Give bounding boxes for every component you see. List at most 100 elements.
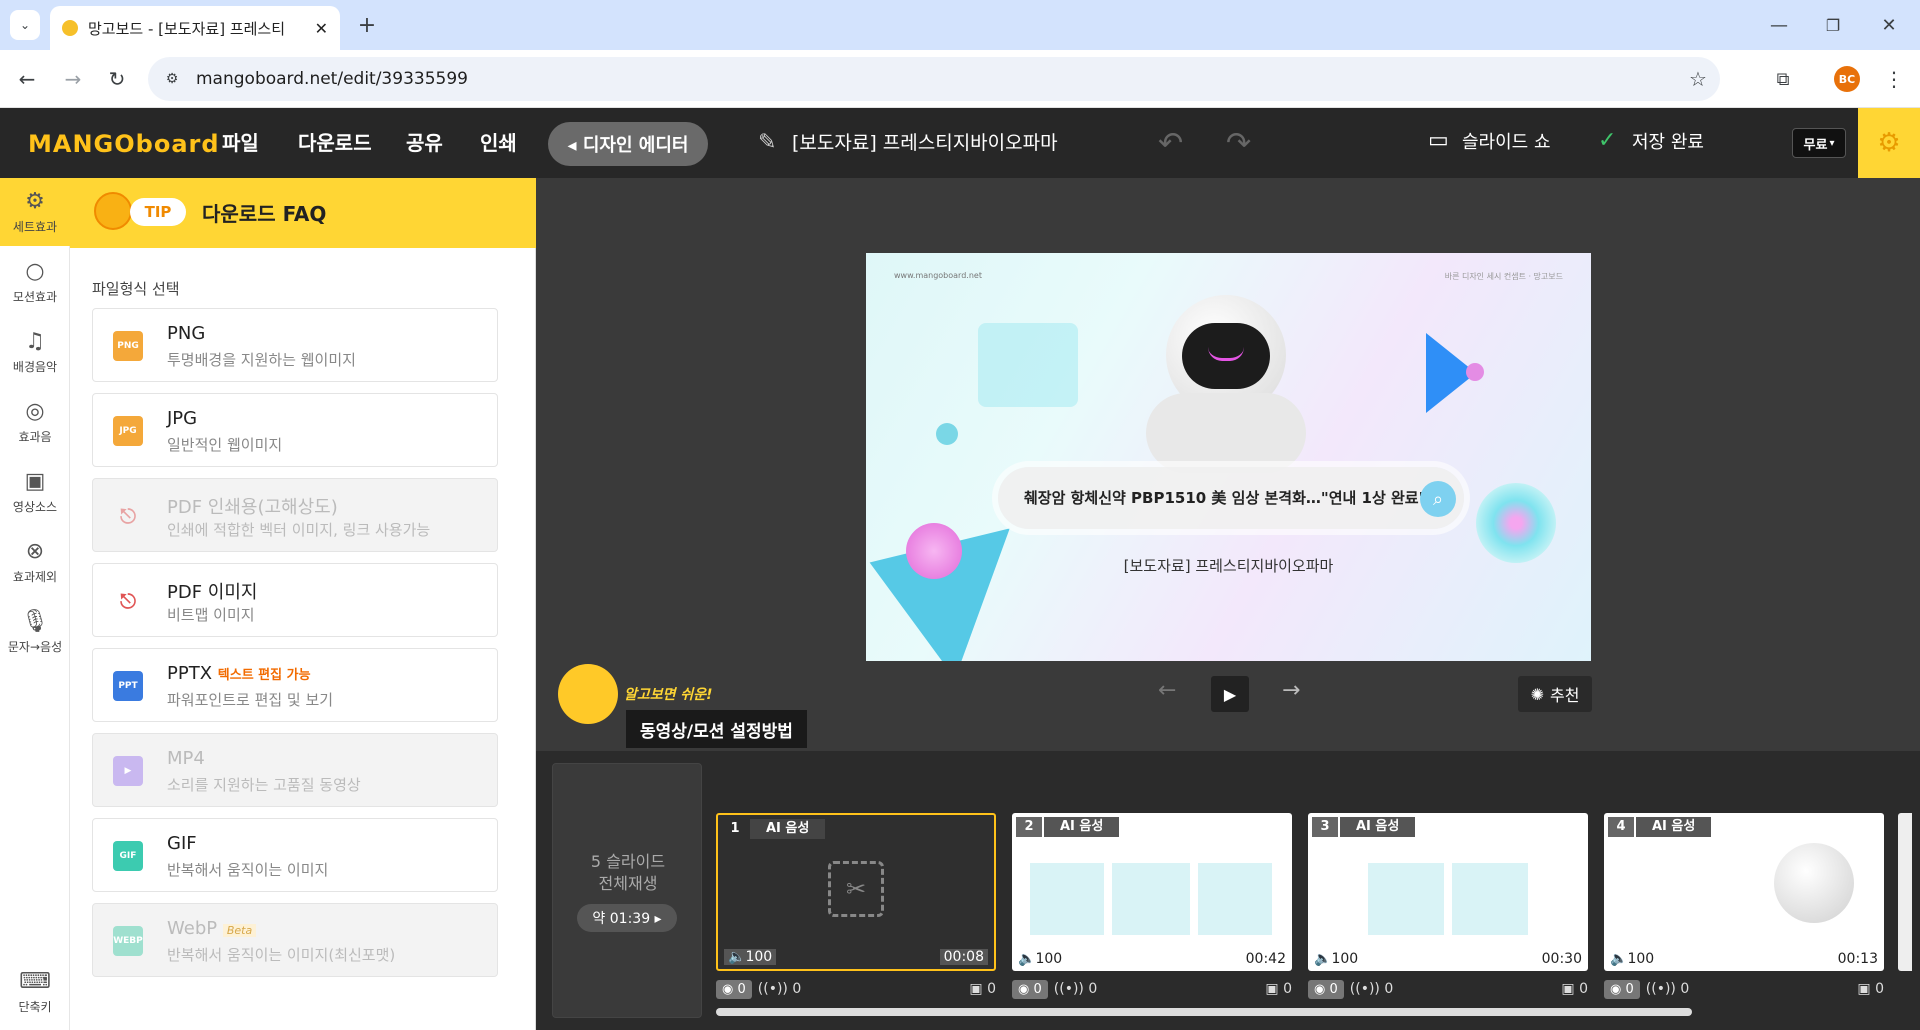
window-close-icon[interactable]: ✕ — [1874, 10, 1904, 40]
app-header: MANGOboard 파일 다운로드 공유 인쇄 ◂ 디자인 에디터 ✎ [보도… — [0, 108, 1920, 178]
slide-thumb-5-partial[interactable] — [1898, 813, 1912, 971]
slide-site-text: www.mangoboard.net — [894, 271, 982, 280]
play-button[interactable]: ▶ — [1211, 676, 1249, 712]
tool-video-source[interactable]: ▣ 영상소스 — [0, 458, 70, 526]
sound-count[interactable]: ((•)) 0 — [1054, 981, 1097, 997]
menu-file[interactable]: 파일 — [222, 108, 259, 178]
play-all-panel[interactable]: 5 슬라이드 전체재생 약 01:39 ▸ — [552, 763, 702, 1018]
motion-count[interactable]: ◉ 0 — [1012, 979, 1048, 999]
tool-exclude-effect[interactable]: ⊗ 효과제외 — [0, 528, 70, 596]
settings-gear-icon[interactable]: ⚙ — [1858, 108, 1920, 178]
undo-icon[interactable]: ↶ — [1158, 126, 1183, 161]
timeline-scrollbar[interactable] — [716, 1008, 1692, 1016]
slide-caption: [보도자료] 프레스티지바이오파마 — [1123, 557, 1334, 575]
site-settings-icon[interactable]: ⚙ — [162, 69, 182, 89]
tool-motion-effect[interactable]: ○ 모션효과 — [0, 248, 70, 316]
sound-count-value: 0 — [1088, 981, 1098, 997]
motion-count[interactable]: ◉ 0 — [716, 979, 752, 999]
tool-label: 영상소스 — [12, 500, 58, 514]
next-slide-icon[interactable]: → — [1282, 678, 1300, 703]
guide-small-text: 알고보면 쉬운! — [624, 687, 713, 703]
tab-close-icon[interactable]: ✕ — [315, 19, 328, 38]
slide-preview[interactable]: www.mangoboard.net 바른 디자인 세시 컨셉트 · 망고보드 … — [866, 253, 1591, 661]
sound-count[interactable]: ((•)) 0 — [1350, 981, 1393, 997]
recommend-button[interactable]: ✺ 추천 — [1518, 676, 1592, 712]
browser-tab[interactable]: 망고보드 - [보도자료] 프레스티 ✕ — [50, 6, 340, 50]
recommend-label: 추천 — [1549, 686, 1580, 705]
total-time-button[interactable]: 약 01:39 ▸ — [577, 904, 677, 932]
design-editor-button[interactable]: ◂ 디자인 에디터 — [548, 122, 708, 166]
tip-banner[interactable]: TIP 다운로드 FAQ — [70, 178, 536, 248]
thumb-header: 2 AI 음성 — [1016, 817, 1120, 837]
video-count[interactable]: ▣ 0 — [1857, 981, 1884, 997]
browser-menu-icon[interactable]: ⋮ — [1882, 64, 1906, 94]
format-pptx[interactable]: PPT PPTX 텍스트 편집 가능 파워포인트로 편집 및 보기 — [92, 648, 498, 722]
thumb-1-counters: ◉ 0 ((•)) 0 ▣ 0 — [716, 976, 996, 1002]
sound-count-value: 0 — [792, 981, 802, 997]
bookmark-star-icon[interactable]: ☆ — [1686, 67, 1710, 91]
tool-label: 효과음 — [18, 430, 52, 444]
url-bar[interactable]: ⚙ mangoboard.net/edit/39335599 ☆ — [148, 57, 1720, 101]
menu-print[interactable]: 인쇄 — [480, 108, 517, 178]
extensions-icon[interactable]: ⧉ — [1768, 64, 1798, 94]
back-icon[interactable]: ← — [12, 64, 42, 94]
minimize-icon[interactable]: — — [1764, 10, 1794, 40]
sound-count[interactable]: ((•)) 0 — [1646, 981, 1689, 997]
search-icon: ⌕ — [1420, 481, 1456, 517]
file-type-label: 파일형식 선택 — [92, 280, 180, 298]
motion-count[interactable]: ◉ 0 — [1604, 979, 1640, 999]
redo-icon[interactable]: ↷ — [1226, 126, 1251, 161]
thumb-number: 1 — [722, 819, 748, 839]
slide-thumb-3[interactable]: 3 AI 음성 🔈100 00:30 — [1308, 813, 1588, 971]
save-status: 저장 완료 — [1632, 132, 1704, 153]
slide-count-text: 5 슬라이드 — [590, 852, 666, 871]
video-count-value: 0 — [1579, 981, 1588, 997]
format-desc: 소리를 지원하는 고품질 동영상 — [167, 776, 361, 794]
tool-tts[interactable]: 🎙 문자→음성 — [0, 598, 70, 666]
slide-thumb-4[interactable]: 4 AI 음성 🔈100 00:13 — [1604, 813, 1884, 971]
tool-set-effect[interactable]: ⚙ 세트효과 — [0, 178, 70, 246]
format-pdf-image[interactable]: ⎋ PDF 이미지 비트맵 이미지 — [92, 563, 498, 637]
profile-avatar[interactable]: BC — [1834, 66, 1860, 92]
reload-icon[interactable]: ↻ — [102, 64, 132, 94]
thumb-number: 2 — [1016, 817, 1042, 837]
pdf-file-icon: ⎋ — [120, 589, 136, 613]
format-gif[interactable]: GIF GIF 반복해서 움직이는 이미지 — [92, 818, 498, 892]
video-count-value: 0 — [1875, 981, 1884, 997]
tool-label: 배경음악 — [12, 360, 58, 374]
forward-icon[interactable]: → — [58, 64, 88, 94]
circle-icon: ○ — [25, 259, 45, 284]
sound-count[interactable]: ((•)) 0 — [758, 981, 801, 997]
tool-sound-effect[interactable]: ◎ 효과음 — [0, 388, 70, 456]
document-title[interactable]: [보도자료] 프레스티지바이오파마 — [792, 108, 1058, 178]
video-count[interactable]: ▣ 0 — [969, 981, 996, 997]
mangoboard-logo[interactable]: MANGOboard — [28, 130, 220, 158]
new-tab-icon[interactable]: + — [352, 10, 382, 40]
monitor-icon: ▭ — [1428, 128, 1449, 153]
motion-count[interactable]: ◉ 0 — [1308, 979, 1344, 999]
menu-download[interactable]: 다운로드 — [298, 108, 372, 178]
format-png[interactable]: PNG PNG 투명배경을 지원하는 웹이미지 — [92, 308, 498, 382]
motion-guide-button[interactable]: 동영상/모션 설정방법 — [626, 710, 807, 748]
format-name: MP4 — [167, 748, 205, 769]
video-count[interactable]: ▣ 0 — [1265, 981, 1292, 997]
thumb-duration: 00:42 — [1245, 951, 1286, 967]
plan-dropdown[interactable]: 무료 ▾ — [1792, 128, 1846, 158]
url-text: mangoboard.net/edit/39335599 — [196, 69, 468, 89]
prev-slide-icon[interactable]: ← — [1158, 678, 1176, 703]
tool-shortcuts[interactable]: ⌨ 단축키 — [0, 958, 70, 1026]
format-jpg[interactable]: JPG JPG 일반적인 웹이미지 — [92, 393, 498, 467]
slideshow-button[interactable]: 슬라이드 쇼 — [1462, 108, 1551, 178]
empty-slide-icon: ✂ — [828, 861, 884, 917]
format-name: WebP Beta — [167, 918, 257, 939]
video-count[interactable]: ▣ 0 — [1561, 981, 1588, 997]
slide-thumb-1[interactable]: 1 AI 음성 ✂ 🔈100 00:08 — [716, 813, 996, 971]
thumb-3-counters: ◉ 0 ((•)) 0 ▣ 0 — [1308, 976, 1588, 1002]
menu-share[interactable]: 공유 — [406, 108, 443, 178]
tool-bgm[interactable]: ♫ 배경음악 — [0, 318, 70, 386]
restore-icon[interactable]: ❐ — [1818, 10, 1848, 40]
slide-thumb-2[interactable]: 2 AI 음성 🔈100 00:42 — [1012, 813, 1292, 971]
target-icon: ◎ — [25, 399, 45, 424]
tab-search-icon[interactable]: ⌄ — [10, 10, 40, 40]
pencil-icon[interactable]: ✎ — [758, 130, 776, 155]
